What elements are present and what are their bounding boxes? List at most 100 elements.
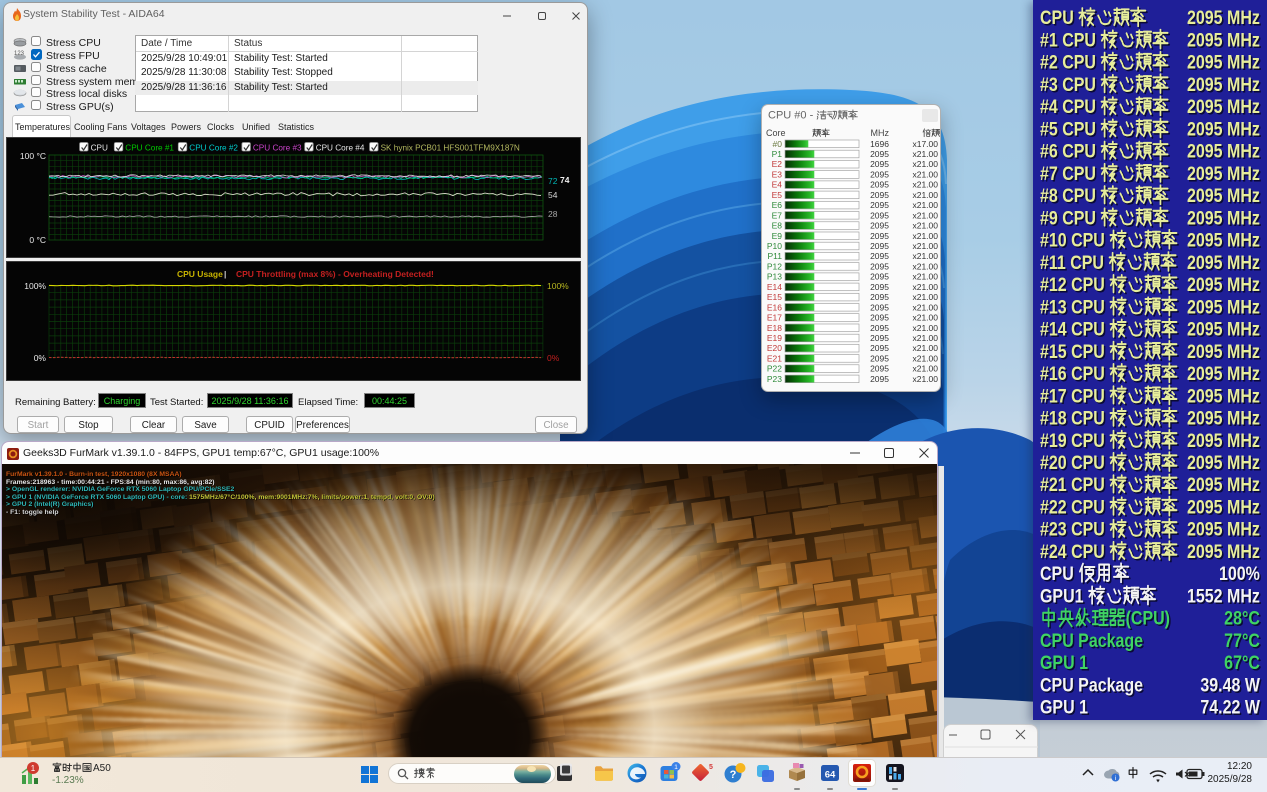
svg-text:100%: 100% xyxy=(547,281,569,291)
svg-text:2095 MHz: 2095 MHz xyxy=(1187,363,1260,385)
svg-text:0%: 0% xyxy=(34,353,47,363)
svg-text:#17 CPU: #17 CPU xyxy=(1040,385,1105,407)
svg-text:#23 CPU: #23 CPU xyxy=(1040,518,1105,540)
svg-text:2095 MHz: 2095 MHz xyxy=(1187,96,1260,118)
svg-text:#22 CPU: #22 CPU xyxy=(1040,496,1105,518)
svg-text:x21.00: x21.00 xyxy=(912,323,938,333)
svg-text:#12 CPU: #12 CPU xyxy=(1040,274,1105,296)
svg-text:x21.00: x21.00 xyxy=(912,302,938,312)
svg-text:2095 MHz: 2095 MHz xyxy=(1187,140,1260,162)
svg-text:#7 CPU: #7 CPU xyxy=(1040,163,1096,185)
svg-text:74.22 W: 74.22 W xyxy=(1200,696,1260,718)
svg-text:2095: 2095 xyxy=(870,190,889,200)
svg-text:x21.00: x21.00 xyxy=(912,364,938,374)
svg-text:E4: E4 xyxy=(772,180,783,190)
svg-text:CPU: CPU xyxy=(1040,7,1074,29)
svg-text:GPU 1: GPU 1 xyxy=(1040,652,1088,674)
svg-text:MHz: MHz xyxy=(871,128,890,138)
svg-text:x21.00: x21.00 xyxy=(912,231,938,241)
svg-text:E15: E15 xyxy=(767,292,782,302)
svg-text:2095 MHz: 2095 MHz xyxy=(1187,496,1260,518)
svg-text:2095 MHz: 2095 MHz xyxy=(1187,118,1260,140)
svg-text:E5: E5 xyxy=(772,190,783,200)
svg-text:2095: 2095 xyxy=(870,374,889,384)
svg-text:2095: 2095 xyxy=(870,200,889,210)
svg-text:2095 MHz: 2095 MHz xyxy=(1187,452,1260,474)
svg-text:2095: 2095 xyxy=(870,343,889,353)
svg-text:2095: 2095 xyxy=(870,282,889,292)
svg-text:A50: A50 xyxy=(93,763,111,774)
svg-text:SK hynix PCB01 HFS001TFM9X187N: SK hynix PCB01 HFS001TFM9X187N xyxy=(381,144,520,153)
svg-text:x21.00: x21.00 xyxy=(912,261,938,271)
svg-text:0%: 0% xyxy=(547,353,560,363)
svg-text:100 °C: 100 °C xyxy=(20,151,46,161)
svg-text:0 °C: 0 °C xyxy=(29,235,46,245)
svg-text:2095: 2095 xyxy=(870,353,889,363)
svg-text:CPU Core #3: CPU Core #3 xyxy=(253,144,302,153)
svg-text:2095: 2095 xyxy=(870,251,889,261)
svg-text:P12: P12 xyxy=(767,261,782,271)
svg-text:5: 5 xyxy=(709,764,713,771)
svg-text:?: ? xyxy=(730,769,737,781)
svg-text:x21.00: x21.00 xyxy=(912,170,938,180)
svg-text:#0: #0 xyxy=(773,139,783,149)
svg-text:x21.00: x21.00 xyxy=(912,159,938,169)
svg-text:#5 CPU: #5 CPU xyxy=(1040,118,1096,140)
svg-text:P22: P22 xyxy=(767,364,782,374)
svg-text:2095 MHz: 2095 MHz xyxy=(1187,518,1260,540)
svg-text:2095: 2095 xyxy=(870,231,889,241)
svg-text:54: 54 xyxy=(548,190,558,200)
svg-text:#11 CPU: #11 CPU xyxy=(1040,251,1104,273)
svg-text:2095 MHz: 2095 MHz xyxy=(1187,340,1260,362)
svg-text:#3 CPU: #3 CPU xyxy=(1040,74,1096,96)
svg-text:2095: 2095 xyxy=(870,241,889,251)
svg-text:CPU Package: CPU Package xyxy=(1040,630,1143,652)
svg-text:CPU Core #2: CPU Core #2 xyxy=(189,144,238,153)
svg-text:E9: E9 xyxy=(772,231,783,241)
svg-text:#18 CPU: #18 CPU xyxy=(1040,407,1105,429)
svg-text:P1: P1 xyxy=(772,149,783,159)
svg-text:#4 CPU: #4 CPU xyxy=(1040,96,1096,118)
svg-text:2095: 2095 xyxy=(870,292,889,302)
svg-text:2095: 2095 xyxy=(870,313,889,323)
svg-text:100%: 100% xyxy=(1219,563,1260,585)
svg-text:2095 MHz: 2095 MHz xyxy=(1187,407,1260,429)
svg-text:x21.00: x21.00 xyxy=(912,333,938,343)
svg-text:#14 CPU: #14 CPU xyxy=(1040,318,1105,340)
svg-text:2095 MHz: 2095 MHz xyxy=(1187,474,1260,496)
svg-text:x21.00: x21.00 xyxy=(912,282,938,292)
svg-text:x21.00: x21.00 xyxy=(912,180,938,190)
svg-text:2095: 2095 xyxy=(870,261,889,271)
svg-text:E7: E7 xyxy=(772,210,783,220)
svg-text:#21 CPU: #21 CPU xyxy=(1040,474,1105,496)
svg-text:74: 74 xyxy=(560,175,570,185)
svg-text:2095 MHz: 2095 MHz xyxy=(1187,207,1260,229)
svg-text:P11: P11 xyxy=(768,251,783,261)
svg-text:CPU Core #1: CPU Core #1 xyxy=(125,144,174,153)
svg-text:Core: Core xyxy=(766,128,786,138)
svg-text:2095: 2095 xyxy=(870,364,889,374)
svg-text:#19 CPU: #19 CPU xyxy=(1040,429,1105,451)
svg-text:#24 CPU: #24 CPU xyxy=(1040,541,1105,563)
svg-text:77°C: 77°C xyxy=(1224,630,1260,652)
svg-text:x21.00: x21.00 xyxy=(912,313,938,323)
svg-text:E21: E21 xyxy=(767,353,782,363)
svg-text:E14: E14 xyxy=(767,282,782,292)
svg-text:x21.00: x21.00 xyxy=(912,210,938,220)
svg-text:2095: 2095 xyxy=(870,272,889,282)
svg-text:x21.00: x21.00 xyxy=(912,251,938,261)
svg-text:2095 MHz: 2095 MHz xyxy=(1187,51,1260,73)
svg-text:2095 MHz: 2095 MHz xyxy=(1187,29,1260,51)
svg-text:2095: 2095 xyxy=(870,170,889,180)
svg-text:P13: P13 xyxy=(767,272,782,282)
svg-text:E18: E18 xyxy=(767,323,782,333)
svg-text:#15 CPU: #15 CPU xyxy=(1040,340,1105,362)
svg-text:GPU 1: GPU 1 xyxy=(1040,696,1088,718)
svg-text:#8 CPU: #8 CPU xyxy=(1040,185,1096,207)
svg-text:x21.00: x21.00 xyxy=(912,292,938,302)
svg-text:2095: 2095 xyxy=(870,180,889,190)
svg-text:2095 MHz: 2095 MHz xyxy=(1187,185,1260,207)
svg-text:CPU Package: CPU Package xyxy=(1040,674,1143,696)
svg-text:P10: P10 xyxy=(767,241,782,251)
svg-text:E8: E8 xyxy=(772,221,783,231)
